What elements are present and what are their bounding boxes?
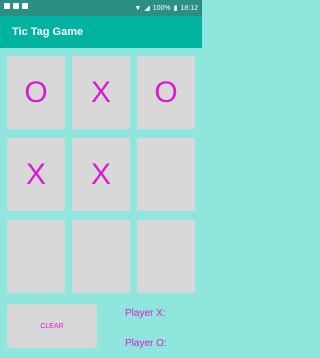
clear-button[interactable]: CLEAR — [7, 304, 97, 348]
notification-icon — [13, 3, 19, 9]
wifi-icon: ▼ — [134, 4, 142, 12]
board-cell-1[interactable]: O — [7, 56, 65, 129]
clock: 18:12 — [180, 4, 198, 12]
board-cell-2[interactable]: X — [72, 56, 130, 129]
notification-icon — [22, 3, 28, 9]
board-cell-9[interactable] — [137, 220, 195, 293]
player-x-label: Player X: — [125, 308, 166, 319]
game-board: O X O X X — [0, 48, 202, 298]
board-cell-7[interactable] — [7, 220, 65, 293]
battery-percent: 100% — [152, 4, 171, 12]
board-cell-5[interactable]: X — [72, 138, 130, 211]
board-cell-3[interactable]: O — [137, 56, 195, 129]
player-o-label: Player O: — [125, 338, 167, 349]
notification-icons — [4, 3, 28, 9]
board-cell-4[interactable]: X — [7, 138, 65, 211]
board-cell-6[interactable] — [137, 138, 195, 211]
battery-icon: ▮ — [173, 5, 178, 12]
board-cell-8[interactable] — [72, 220, 130, 293]
controls-area: CLEAR Player X: Player O: — [0, 298, 202, 358]
notification-icon — [4, 3, 10, 9]
status-bar: ▼ ◢ 100% ▮ 18:12 — [0, 0, 202, 16]
app-title: Tic Tag Game — [12, 26, 84, 38]
app-bar: Tic Tag Game — [0, 16, 202, 48]
signal-icon: ◢ — [144, 5, 150, 12]
